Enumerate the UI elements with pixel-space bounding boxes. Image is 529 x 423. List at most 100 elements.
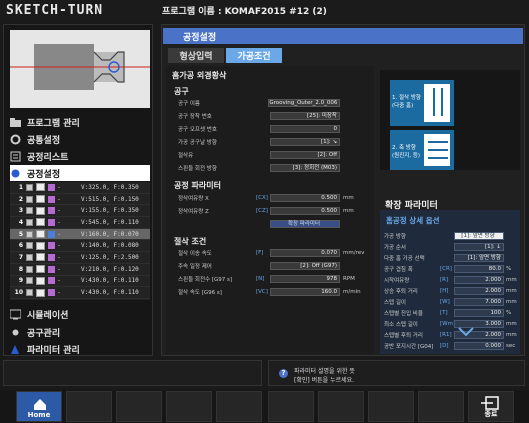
advanced-params-row: 확장 파라미터 (178, 219, 362, 228)
advanced-params-button[interactable]: 확장 파라미터 (270, 219, 340, 228)
list-item[interactable]: 1- V:325.0, F:0.350 (10, 182, 150, 194)
tool-icon (10, 327, 21, 338)
nav-process-list[interactable]: 공정리스트 (10, 148, 150, 164)
step-thumb-icon (36, 265, 45, 274)
program-title: 프로그램 이름 : KOMAF2015 #12 (2) (162, 7, 327, 17)
ext-field-min-step[interactable]: 최소 스텝 길이 [Wm] 3.000 mm (384, 319, 518, 329)
nav-common-settings[interactable]: 공통설정 (10, 131, 150, 147)
field-tool-direction[interactable]: 가공 공구날 방향 [1]: ↘ (178, 137, 362, 146)
function-key-3[interactable] (116, 391, 162, 422)
folder-icon (10, 117, 21, 128)
checkbox[interactable] (26, 265, 33, 273)
nav-label: 공정리스트 (27, 152, 69, 163)
checkbox[interactable] (26, 253, 33, 261)
function-key-6[interactable] (268, 391, 314, 422)
process-type-icon (48, 183, 55, 191)
checkbox[interactable] (26, 289, 33, 297)
field-tool-offset[interactable]: 공구 오프셋 번호 0 (178, 124, 362, 133)
step-thumb-icon (36, 241, 45, 250)
ext-field-dwell[interactable]: 공반 포지시간 [G04] [D] 0.000 sec (384, 341, 518, 351)
field-cut-speed[interactable]: 절삭 속도 [G96 s] [VC] 160.0 m/min (178, 287, 362, 296)
list-icon (10, 151, 21, 162)
checkbox[interactable] (26, 183, 33, 191)
process-type-icon (48, 242, 55, 250)
part-preview-drawing (10, 30, 150, 108)
list-item[interactable]: 9- V:430.0, F:0.110 (10, 276, 150, 288)
tab-cutting-conditions[interactable]: 가공조건 (226, 48, 282, 63)
ext-params-subtitle: 홈공정 상세 옵션 (386, 216, 440, 225)
field-spindle-rpm[interactable]: 스핀들 회전수 [G97 s] [N] 978 RPM (178, 274, 362, 283)
ext-field-multi-groove[interactable]: 다중 홈 가공 선택 [1]: 앞면 방향 (384, 253, 518, 263)
exit-button[interactable]: 종료 (468, 391, 514, 422)
ext-field-step-length[interactable]: 스텝 길이 [W] 7.000 mm (384, 297, 518, 307)
process-type-icon (48, 253, 55, 261)
nav-label: 공구관리 (27, 328, 61, 339)
step-thumb-icon (36, 195, 45, 204)
list-item[interactable]: 4- V:545.0, F:0.110 (10, 217, 150, 229)
field-feed-rate[interactable]: 절삭 이송 속도 [F] 0.070 mm/rev (178, 248, 364, 257)
ext-field-step-entry[interactable]: 스텝별 진입 비율 [T] 100% (384, 308, 518, 318)
tab-shape-input[interactable]: 형상입력 (168, 48, 224, 63)
function-key-8[interactable] (368, 391, 414, 422)
function-key-9[interactable] (418, 391, 464, 422)
function-key-4[interactable] (166, 391, 212, 422)
process-type-icon (48, 277, 55, 285)
nav-label: 파라미터 관리 (27, 345, 80, 356)
step-thumb-icon (36, 218, 45, 227)
function-key-7[interactable] (318, 391, 364, 422)
field-constant-speed[interactable]: 주속 일정 제어 [2]: Off (G97) (178, 261, 362, 270)
list-item[interactable]: 10- V:430.0, F:0.110 (10, 287, 150, 299)
step-thumb-icon (36, 276, 45, 285)
nav-simulation[interactable]: 시뮬레이션 (9, 306, 150, 322)
step-thumb-icon (36, 183, 45, 192)
field-coolant[interactable]: 절삭유 [2]: Off (178, 150, 362, 159)
ext-field-step-retract[interactable]: 스텝별 후퇴 거리 [R1] 2.000 mm (384, 330, 518, 340)
ext-field-retract[interactable]: 상승 후퇴 거리 [H] 2.000 mm (384, 286, 518, 296)
ext-field-cut-order[interactable]: 가공 순서 [1]: ↓ (384, 242, 518, 252)
nav-process-settings[interactable]: 공정설정 (10, 165, 150, 181)
nav-label: 시뮬레이션 (27, 310, 69, 321)
nav-label: 공통설정 (27, 135, 61, 146)
checkbox[interactable] (26, 218, 33, 226)
function-key-2[interactable] (66, 391, 112, 422)
list-item[interactable]: 7- V:125.0, F:2.500 (10, 252, 150, 264)
checkbox[interactable] (26, 230, 33, 238)
checkbox[interactable] (26, 207, 33, 215)
checkbox[interactable] (26, 195, 33, 203)
home-icon (34, 399, 46, 410)
home-button[interactable]: Home (16, 391, 62, 422)
chevron-down-icon[interactable] (458, 327, 474, 337)
group-process-params: 공정 파라미터 (174, 181, 221, 190)
checkbox[interactable] (26, 277, 33, 285)
process-type-icon (48, 265, 55, 273)
nav-label: 프로그램 관리 (27, 118, 80, 129)
field-allowance-z[interactable]: 정삭여유량 Z [CZ] 0.500 mm (178, 206, 362, 215)
function-key-5[interactable] (216, 391, 262, 422)
field-tool-name[interactable]: 공구 이름 Grooving_Outer_2.0_006 (178, 98, 362, 107)
field-allowance-x[interactable]: 정삭여유량 X [CX] 0.500 mm (178, 193, 362, 202)
list-item[interactable]: 3- V:155.0, F:0.350 (10, 205, 150, 218)
nav-tool-manage[interactable]: 공구관리 (10, 324, 150, 340)
step-thumb-icon (36, 206, 45, 215)
parameter-icon (10, 344, 21, 355)
ext-field-overlap[interactable]: 공구 겹침 폭 [CR] 80.0% (384, 264, 518, 274)
nav-parameter-manage[interactable]: 파라미터 관리 (10, 341, 150, 357)
field-tool-mount[interactable]: 공구 장착 번호 [25]: 미장착 (178, 111, 362, 120)
list-item[interactable]: 2- V:515.0, F:0.150 (10, 194, 150, 206)
settings-icon (10, 168, 21, 179)
app-logo: SKETCH-TURN (6, 3, 104, 18)
process-step-list[interactable]: 1- V:325.0, F:0.350 2- V:515.0, F:0.150 3-… (10, 182, 150, 300)
group-tool: 공구 (174, 87, 189, 96)
list-item[interactable]: 5- V:160.0, F:0.070 (10, 228, 150, 241)
section-title: 공정설정 (183, 32, 217, 43)
step-thumb-icon (36, 288, 45, 297)
ext-field-start-allowance[interactable]: 시작여유량 [R] 2.000 mm (384, 275, 518, 285)
ext-field-cut-direction[interactable]: 가공 방향 [1]: 앞면 방향 (384, 231, 518, 241)
checkbox[interactable] (26, 242, 33, 250)
gear-icon (10, 134, 21, 145)
nav-program-manage[interactable]: 프로그램 관리 (10, 114, 150, 130)
field-spindle-direction[interactable]: 스핀들 회전 방향 [3]: 정회전 (M03) (178, 163, 362, 172)
list-item[interactable]: 8- V:210.0, F:0.120 (10, 264, 150, 276)
list-item[interactable]: 6- V:140.0, F:0.080 (10, 240, 150, 253)
process-type-icon (48, 207, 55, 215)
